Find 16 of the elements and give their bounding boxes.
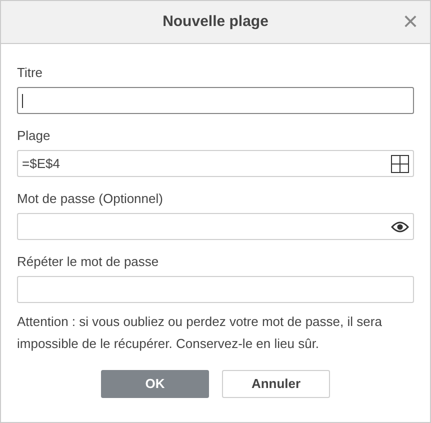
text-cursor [22,94,23,108]
field-label: Répéter le mot de passe [17,254,160,270]
password-field[interactable] [17,213,414,240]
eye-icon[interactable] [391,220,409,232]
input-field[interactable] [17,276,414,303]
warning-text: Attention : si vous oubliez ou perdez votre mot de passe, il sera impossible de le récupérer. Conservez-le en lieu sûr. [16,313,383,353]
field-value: =$E$4 [22,154,60,173]
field-label: Mot de passe (Optionnel) [17,191,164,207]
cancel-button[interactable]: Annuler [222,370,330,398]
field-label: Plage [17,128,52,144]
field-label: Titre [17,65,44,81]
ok-button[interactable]: OK [101,370,209,398]
range-field[interactable]: =$E$4 [17,150,414,177]
window-title: Nouvelle plage [162,12,268,32]
input-field[interactable] [17,87,414,114]
grid-icon[interactable] [391,154,409,172]
